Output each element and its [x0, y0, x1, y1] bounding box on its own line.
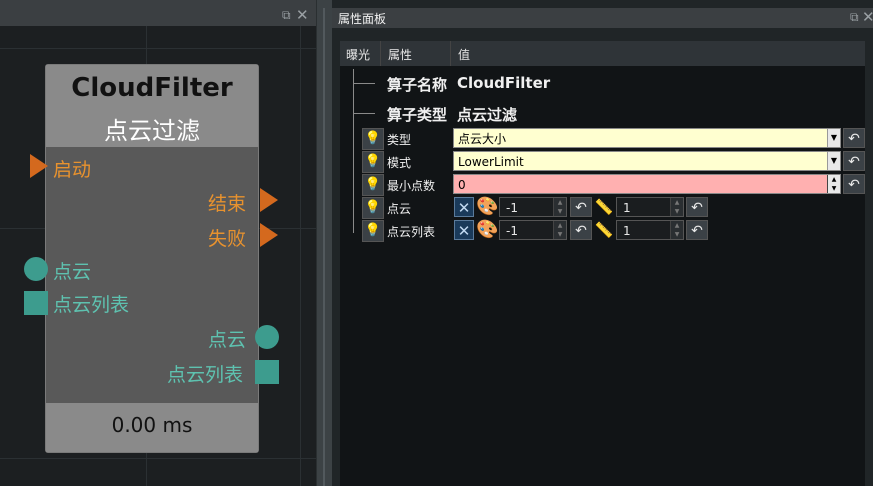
lightbulb-icon[interactable]: 💡 [362, 128, 384, 150]
grid-line [0, 48, 316, 49]
output-port-end-label: 结束 [208, 193, 247, 215]
close-icon[interactable]: ✕ [862, 8, 873, 26]
output-port-cloud[interactable] [255, 325, 279, 349]
chevron-down-icon[interactable]: ▼ [827, 152, 840, 170]
cloud-right-value: 1 [623, 201, 631, 215]
operator-name-label: 算子名称 [387, 76, 448, 94]
prop-label-cloud-list: 点云列表 [387, 225, 436, 239]
input-port-start[interactable] [30, 154, 48, 178]
spin-arrows-icon[interactable]: ▲ ▼ [827, 175, 840, 193]
output-port-cloud-list-label: 点云列表 [167, 364, 244, 386]
input-port-cloud[interactable] [24, 257, 48, 281]
palette-icon[interactable]: 🎨 [476, 197, 498, 217]
grid-line [300, 26, 301, 486]
close-icon[interactable]: ✕ [296, 6, 309, 24]
cloud-right-spinbox[interactable]: 1 ▲ ▼ [616, 197, 684, 217]
input-port-cloud-label: 点云 [53, 261, 92, 283]
min-points-spinbox[interactable]: 0 ▲ ▼ [453, 174, 841, 194]
node-exec-time: 0.00 ms [111, 413, 193, 437]
operator-type-label: 算子类型 [387, 106, 448, 124]
property-panel-titlebar [332, 8, 873, 28]
input-port-cloud-list-label: 点云列表 [53, 294, 130, 316]
spin-arrows-icon[interactable]: ▲ ▼ [553, 221, 566, 239]
lightbulb-icon[interactable]: 💡 [362, 197, 384, 219]
mode-combo[interactable]: LowerLimit ▼ [453, 151, 841, 171]
canvas-titlebar: ⧉ ✕ [0, 0, 316, 26]
prop-label-type: 类型 [387, 133, 412, 147]
grid-line [0, 458, 316, 459]
undo-arrow-icon[interactable]: ↶ [570, 197, 592, 217]
palette-icon[interactable]: 🎨 [476, 220, 498, 240]
node-name: CloudFilter [71, 73, 233, 103]
crossed-x-icon[interactable]: ✕ [454, 197, 474, 217]
output-port-cloud-label: 点云 [208, 329, 247, 351]
undo-arrow-icon[interactable]: ↶ [686, 197, 708, 217]
column-header-property: 属性 [388, 48, 413, 62]
output-port-fail[interactable] [260, 223, 278, 247]
chevron-down-icon[interactable]: ▼ [827, 129, 840, 147]
spin-arrows-icon[interactable]: ▲ ▼ [670, 221, 683, 239]
cloud-list-right-spinbox[interactable]: 1 ▲ ▼ [616, 220, 684, 240]
float-window-icon[interactable]: ⧉ [282, 8, 291, 23]
crossed-x-icon[interactable]: ✕ [454, 220, 474, 240]
cloud-list-right-value: 1 [623, 224, 631, 238]
property-table: 曝光 属性 值 算子名称 CloudFilter 算子类型 点云过滤 💡 类型 … [340, 41, 865, 486]
cloud-list-left-value: -1 [506, 224, 518, 238]
tree-line [353, 113, 375, 114]
undo-arrow-icon[interactable]: ↶ [843, 151, 865, 171]
prop-label-min-points: 最小点数 [387, 179, 436, 193]
spin-arrows-icon[interactable]: ▲ ▼ [670, 198, 683, 216]
undo-arrow-icon[interactable]: ↶ [686, 220, 708, 240]
lightbulb-icon[interactable]: 💡 [362, 220, 384, 242]
node-type: 点云过滤 [104, 117, 200, 145]
undo-arrow-icon[interactable]: ↶ [843, 174, 865, 194]
cloud-left-value: -1 [506, 201, 518, 215]
undo-arrow-icon[interactable]: ↶ [843, 128, 865, 148]
float-window-icon[interactable]: ⧉ [850, 10, 859, 25]
mode-combo-value: LowerLimit [458, 155, 524, 169]
splitter-handle [323, 8, 325, 486]
prop-label-mode: 模式 [387, 156, 412, 170]
undo-arrow-icon[interactable]: ↶ [570, 220, 592, 240]
lightbulb-icon[interactable]: 💡 [362, 151, 384, 173]
type-combo[interactable]: 点云大小 ▼ [453, 128, 841, 148]
tree-line [353, 83, 375, 84]
lightbulb-icon[interactable]: 💡 [362, 174, 384, 196]
table-header: 曝光 属性 值 [340, 41, 865, 66]
output-port-fail-label: 失败 [208, 228, 247, 250]
output-port-end[interactable] [260, 188, 278, 212]
ruler-icon[interactable]: 📏 [594, 197, 614, 217]
input-port-start-label: 启动 [53, 159, 92, 181]
prop-label-cloud: 点云 [387, 202, 412, 216]
type-combo-value: 点云大小 [458, 132, 507, 146]
tree-line [353, 69, 354, 233]
output-port-cloud-list[interactable] [255, 360, 279, 384]
cloud-list-left-spinbox[interactable]: -1 ▲ ▼ [499, 220, 567, 240]
operator-name-value: CloudFilter [457, 74, 551, 92]
ruler-icon[interactable]: 📏 [594, 220, 614, 240]
column-header-exposure: 曝光 [346, 48, 371, 62]
cloud-left-spinbox[interactable]: -1 ▲ ▼ [499, 197, 567, 217]
input-port-cloud-list[interactable] [24, 291, 48, 315]
spin-arrows-icon[interactable]: ▲ ▼ [553, 198, 566, 216]
column-header-value: 值 [458, 48, 471, 62]
property-panel-title: 属性面板 [338, 12, 387, 26]
min-points-value: 0 [458, 178, 466, 192]
operator-type-value: 点云过滤 [457, 106, 518, 124]
